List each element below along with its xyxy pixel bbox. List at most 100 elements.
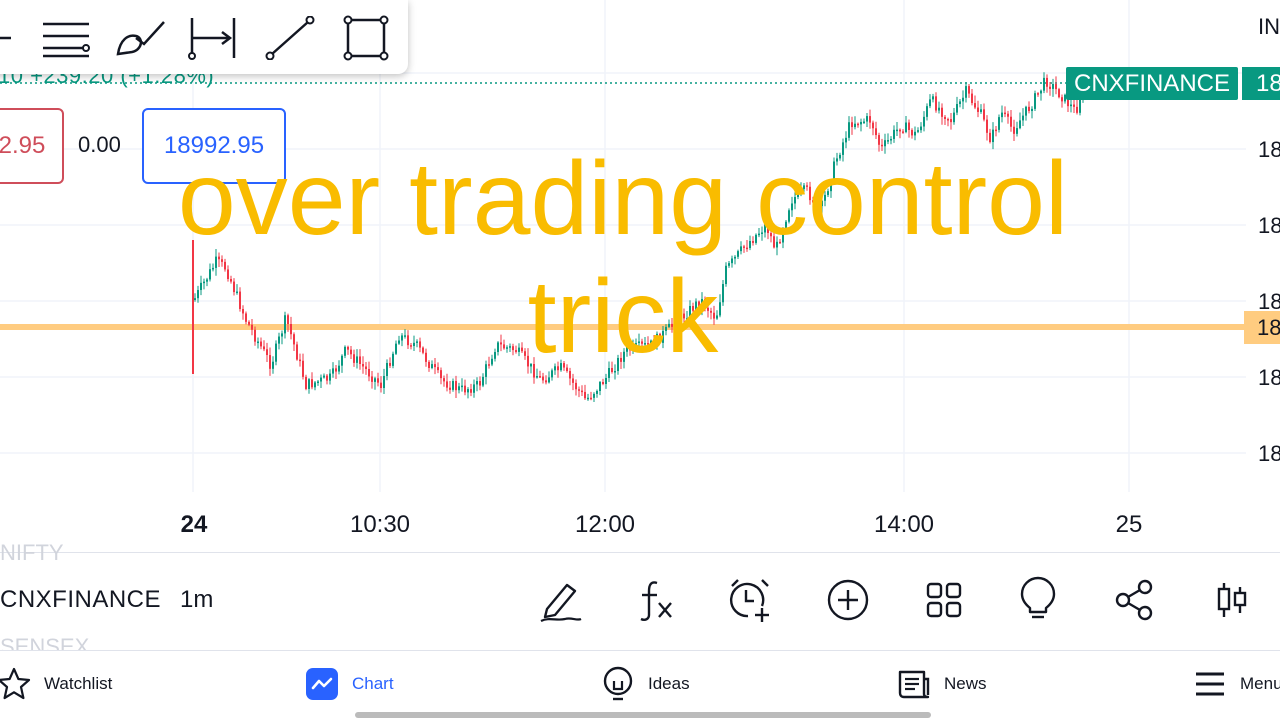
nav-news[interactable]: News bbox=[896, 662, 987, 706]
candle-body bbox=[677, 322, 679, 329]
candle-body bbox=[1013, 126, 1015, 134]
candle-body bbox=[626, 345, 628, 352]
trend-angle-tool[interactable] bbox=[0, 12, 38, 64]
buy-button[interactable]: 18992.95 bbox=[142, 108, 286, 184]
candle-body bbox=[1079, 98, 1081, 113]
candle-body bbox=[1070, 104, 1072, 107]
candle-body bbox=[464, 385, 466, 393]
candle-body bbox=[719, 302, 721, 316]
nav-label: Chart bbox=[352, 674, 394, 693]
candle-body bbox=[527, 355, 529, 367]
candle-body bbox=[317, 381, 319, 383]
trend-line-tool[interactable] bbox=[264, 12, 318, 64]
top-right-label: IN bbox=[1258, 14, 1280, 39]
candle-body bbox=[338, 365, 340, 372]
candle-body bbox=[416, 341, 418, 343]
candle-body bbox=[311, 379, 313, 388]
candle-body bbox=[878, 135, 880, 145]
candle-body bbox=[254, 329, 256, 342]
candle-body bbox=[683, 313, 685, 319]
candle-body bbox=[812, 200, 814, 203]
candle-body bbox=[698, 301, 700, 308]
candle-body bbox=[605, 377, 607, 384]
sell-button[interactable]: 2.95 bbox=[0, 108, 64, 184]
candle-body bbox=[251, 324, 253, 330]
candle-body bbox=[737, 251, 739, 257]
x-axis-tick: 14:00 bbox=[873, 511, 935, 538]
candle-body bbox=[362, 363, 364, 367]
chart-type-button[interactable] bbox=[1208, 576, 1256, 624]
candle-body bbox=[479, 381, 481, 386]
candle-body bbox=[227, 269, 229, 280]
candle-body bbox=[293, 334, 295, 345]
candle-body bbox=[536, 376, 538, 378]
nav-menu[interactable]: Menu bbox=[1192, 662, 1280, 706]
candle-body bbox=[476, 381, 478, 385]
candle-body bbox=[938, 107, 940, 111]
brush-tool[interactable] bbox=[114, 12, 168, 64]
candle-body bbox=[851, 122, 853, 128]
draw-button[interactable] bbox=[536, 576, 584, 624]
nav-chart[interactable]: Chart bbox=[304, 662, 394, 706]
star-icon bbox=[0, 666, 32, 702]
candle-body bbox=[1010, 116, 1012, 127]
ideas-action-button[interactable] bbox=[1014, 576, 1062, 624]
candle-body bbox=[824, 194, 826, 201]
nav-ideas[interactable]: Ideas bbox=[600, 662, 690, 706]
candle-body bbox=[998, 117, 1000, 130]
candle-body bbox=[896, 129, 898, 132]
candle-body bbox=[1073, 104, 1075, 107]
chart-icon bbox=[304, 666, 340, 702]
candle-body bbox=[590, 397, 592, 400]
fib-retracement-tool[interactable] bbox=[40, 12, 94, 64]
candle-body bbox=[800, 188, 802, 191]
alert-button[interactable] bbox=[726, 576, 774, 624]
level-price-label: 18 bbox=[1244, 311, 1280, 344]
candle-body bbox=[899, 129, 901, 132]
share-button[interactable] bbox=[1110, 576, 1158, 624]
candle-body bbox=[443, 378, 445, 382]
candle-body bbox=[341, 355, 343, 366]
candle-body bbox=[272, 361, 274, 369]
candle-body bbox=[728, 263, 730, 266]
candle-body bbox=[398, 340, 400, 344]
scroll-indicator[interactable] bbox=[355, 712, 931, 718]
candle-body bbox=[353, 354, 355, 363]
candle-body bbox=[746, 247, 748, 250]
chart-area[interactable]: 10 +239.20 (+1.28%) 2.95 0.00 18992.95 C… bbox=[0, 0, 1280, 552]
candle-body bbox=[920, 126, 922, 131]
candle-body bbox=[869, 116, 871, 123]
candle-body bbox=[623, 351, 625, 362]
candle-body bbox=[662, 330, 664, 343]
candle-body bbox=[722, 284, 724, 303]
candle-body bbox=[581, 390, 583, 393]
candle-body bbox=[935, 96, 937, 111]
layouts-button[interactable] bbox=[920, 576, 968, 624]
add-button[interactable] bbox=[824, 576, 872, 624]
rectangle-tool[interactable] bbox=[340, 12, 394, 64]
candle-body bbox=[368, 368, 370, 377]
candle-body bbox=[563, 363, 565, 368]
menu-icon bbox=[1192, 666, 1228, 702]
candle-body bbox=[452, 381, 454, 390]
candle-body bbox=[401, 335, 403, 341]
candle-body bbox=[875, 128, 877, 136]
candle-body bbox=[287, 315, 289, 324]
symbol-selector[interactable]: CNXFINANCE bbox=[0, 586, 161, 614]
candle-body bbox=[239, 291, 241, 310]
candle-body bbox=[245, 313, 247, 322]
timeframe-selector[interactable]: 1m bbox=[180, 586, 213, 614]
candle-body bbox=[863, 121, 865, 124]
draw-pencil-icon bbox=[540, 583, 582, 623]
nav-watchlist[interactable]: Watchlist bbox=[0, 662, 112, 706]
candle-body bbox=[995, 129, 997, 132]
candle-body bbox=[203, 281, 205, 284]
date-range-tool[interactable] bbox=[186, 12, 240, 64]
candle-body bbox=[242, 309, 244, 314]
prev-symbol-ghost[interactable]: NIFTY bbox=[0, 540, 64, 566]
candle-body bbox=[743, 246, 745, 248]
indicators-button[interactable] bbox=[632, 576, 680, 624]
candle-body bbox=[560, 363, 562, 371]
candle-body bbox=[494, 352, 496, 359]
candle-body bbox=[458, 386, 460, 391]
